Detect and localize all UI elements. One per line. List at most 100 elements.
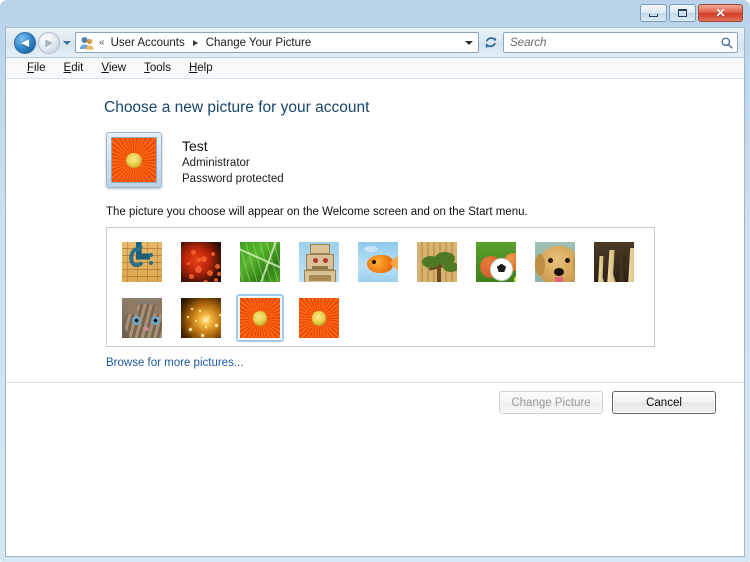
flower-art [112, 138, 156, 182]
chess-art [594, 242, 634, 282]
account-name: Test [182, 138, 208, 154]
picture-hint-text: The picture you choose will appear on th… [106, 206, 528, 218]
picture-thumbnail [358, 242, 398, 282]
picture-thumbnail [417, 242, 457, 282]
flower-art [299, 298, 339, 338]
account-password-status: Password protected [182, 172, 284, 185]
picture-tile-bass-clef-music[interactable]: ┗ [118, 238, 166, 286]
maximize-button[interactable] [669, 4, 696, 22]
robot-art [299, 242, 339, 282]
picture-grid-row [118, 294, 654, 342]
page-title: Choose a new picture for your account [104, 99, 370, 116]
avatar-image [111, 137, 157, 183]
picture-thumbnail [299, 298, 339, 338]
minimize-button[interactable] [640, 4, 667, 22]
coral-art [181, 242, 221, 282]
picture-thumbnail [122, 298, 162, 338]
picture-thumbnail [240, 298, 280, 338]
client-area: ◄ ► « User Accounts Change Your Picture … [5, 27, 745, 557]
close-icon: ✕ [715, 6, 726, 20]
menu-file-accesskey: F [27, 62, 35, 74]
window-controls: ✕ [640, 4, 743, 22]
picture-tile-red-coral[interactable] [177, 238, 225, 286]
chevron-down-icon [62, 40, 71, 45]
account-details: Test Administrator Password protected [182, 132, 284, 188]
menu-file[interactable]: File [18, 60, 55, 76]
dog-art [535, 242, 575, 282]
browse-for-more-pictures-link[interactable]: Browse for more pictures... [106, 357, 243, 369]
flower-art [240, 298, 280, 338]
address-dropdown-button[interactable] [461, 33, 476, 52]
chevron-down-icon [464, 40, 473, 45]
menu-help[interactable]: Help [180, 60, 222, 76]
flower-center [126, 152, 142, 169]
page-content: Choose a new picture for your account Te… [6, 79, 744, 555]
picture-thumbnail [535, 242, 575, 282]
refresh-button[interactable] [480, 32, 502, 53]
title-bar[interactable]: ✕ [5, 1, 745, 27]
menu-view-label: iew [108, 62, 127, 74]
menu-bar: File Edit View Tools Help [6, 58, 744, 79]
minimize-icon [649, 14, 658, 17]
picture-thumbnail [476, 242, 516, 282]
forward-arrow-icon: ► [42, 34, 56, 50]
user-accounts-icon [79, 35, 95, 51]
picture-tile-green-leaf[interactable] [236, 238, 284, 286]
leaf-art [240, 242, 280, 282]
menu-help-label: elp [197, 62, 213, 74]
menu-view-accesskey: V [101, 62, 109, 74]
picture-thumbnail [594, 242, 634, 282]
footer-buttons: Change Picture Cancel [499, 391, 716, 414]
picture-tile-bonsai-tree[interactable] [413, 238, 461, 286]
menu-edit-label: dit [71, 62, 84, 74]
cancel-button[interactable]: Cancel [612, 391, 716, 414]
current-avatar[interactable] [106, 132, 162, 188]
footer-divider [6, 382, 744, 383]
back-button[interactable]: ◄ [14, 31, 36, 54]
fish-art [358, 242, 398, 282]
maximize-icon [678, 9, 687, 17]
breadcrumb-change-your-picture[interactable]: Change Your Picture [204, 36, 314, 50]
soccer-art [476, 242, 516, 282]
menu-view[interactable]: View [92, 60, 135, 76]
picture-thumbnail: ┗ [122, 242, 162, 282]
picture-tile-kitten[interactable] [118, 294, 166, 342]
breadcrumb-user-accounts[interactable]: User Accounts [109, 36, 187, 50]
forward-button[interactable]: ► [38, 31, 60, 54]
account-summary: Test Administrator Password protected [106, 132, 284, 188]
breadcrumb-separator-icon[interactable] [192, 39, 198, 46]
search-icon [721, 36, 733, 49]
menu-file-label: ile [34, 62, 46, 74]
picture-tile-orange-flower[interactable] [236, 294, 284, 342]
picture-thumbnail [299, 242, 339, 282]
picture-tile-golden-retriever[interactable] [531, 238, 579, 286]
navigation-bar: ◄ ► « User Accounts Change Your Picture … [6, 28, 744, 58]
picture-tile-chess-pieces[interactable] [590, 238, 638, 286]
clef-art: ┗ [122, 242, 162, 282]
address-bar[interactable]: « User Accounts Change Your Picture [75, 32, 479, 53]
picture-thumbnail [181, 242, 221, 282]
picture-tile-sports-balls[interactable] [472, 238, 520, 286]
account-type: Administrator [182, 156, 250, 169]
search-input[interactable] [510, 36, 720, 49]
menu-edit[interactable]: Edit [55, 60, 93, 76]
menu-tools[interactable]: Tools [135, 60, 180, 76]
search-box[interactable] [503, 32, 738, 53]
bonsai-art [417, 242, 457, 282]
kitten-art [122, 298, 162, 338]
picture-grid: ┗ [106, 227, 655, 347]
picture-thumbnail [181, 298, 221, 338]
picture-thumbnail [240, 242, 280, 282]
close-button[interactable]: ✕ [698, 4, 743, 22]
picture-tile-orange-flower-2[interactable] [295, 294, 343, 342]
back-arrow-icon: ◄ [18, 34, 32, 50]
picture-tile-golden-sparkles[interactable] [177, 294, 225, 342]
change-picture-button[interactable]: Change Picture [499, 391, 603, 414]
picture-tile-toy-robot[interactable] [295, 238, 343, 286]
recent-pages-button[interactable] [60, 32, 73, 54]
spark-art [181, 298, 221, 338]
picture-tile-goldfish[interactable] [354, 238, 402, 286]
picture-grid-row: ┗ [118, 238, 654, 286]
menu-tools-label: ools [149, 62, 171, 74]
breadcrumb-overflow-icon[interactable]: « [99, 37, 105, 48]
